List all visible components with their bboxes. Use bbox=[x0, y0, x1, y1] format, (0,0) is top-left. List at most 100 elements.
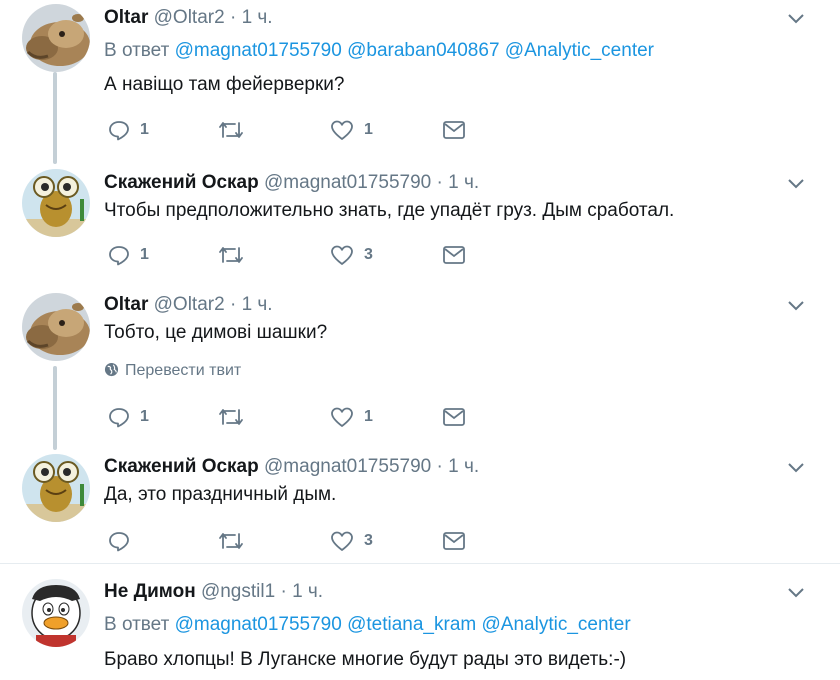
mention-link[interactable]: @tetiana_kram bbox=[347, 614, 476, 635]
avatar-camel[interactable] bbox=[22, 293, 90, 361]
like-count: 1 bbox=[364, 121, 373, 138]
retweet-icon bbox=[219, 409, 243, 425]
display-name[interactable]: Скажений Оскар bbox=[104, 456, 259, 477]
tweet-header: Скажений Оскар @magnat01755790 · 1 ч. bbox=[104, 172, 479, 194]
mention-link[interactable]: @magnat01755790 bbox=[175, 614, 342, 635]
chevron-down-icon[interactable] bbox=[786, 295, 806, 315]
direct-message-button[interactable] bbox=[442, 241, 466, 269]
retweet-icon bbox=[219, 122, 243, 138]
like-button[interactable]: 1 bbox=[330, 403, 373, 431]
lizard-avatar-image bbox=[22, 169, 90, 237]
translate-link[interactable]: Перевести твит bbox=[104, 361, 241, 381]
tweet[interactable]: Oltar @Oltar2 · 1 ч. В ответ @magnat0175… bbox=[0, 0, 840, 160]
tweet-text: Браво хлопцы! В Луганске многие будут ра… bbox=[104, 649, 627, 670]
timestamp[interactable]: 1 ч. bbox=[292, 581, 323, 602]
tweet-actions: 1 1 bbox=[104, 116, 484, 144]
retweet-button[interactable] bbox=[218, 241, 254, 269]
heart-icon bbox=[331, 531, 353, 551]
separator-dot: · bbox=[229, 7, 237, 28]
camel-avatar-image bbox=[22, 293, 90, 361]
mention-link[interactable]: @Analytic_center bbox=[505, 40, 654, 61]
globe-icon bbox=[104, 362, 119, 377]
reply-prefix: В ответ bbox=[104, 614, 170, 635]
heart-icon bbox=[331, 407, 353, 427]
tweet-text: А навіщо там фейерверки? bbox=[104, 74, 345, 95]
tweet-text: Да, это праздничный дым. bbox=[104, 484, 337, 505]
reply-context: В ответ @magnat01755790 @baraban040867 @… bbox=[104, 40, 654, 62]
like-button[interactable]: 1 bbox=[330, 116, 373, 144]
timestamp[interactable]: 1 ч. bbox=[448, 172, 479, 193]
tweet-text: Тобто, це димові шашки? bbox=[104, 322, 328, 343]
reply-button[interactable]: 1 bbox=[108, 116, 149, 144]
user-handle[interactable]: @magnat01755790 bbox=[264, 456, 431, 477]
avatar-lizard[interactable] bbox=[22, 454, 90, 522]
like-count: 1 bbox=[364, 408, 373, 425]
camel-avatar-image bbox=[22, 4, 90, 72]
display-name[interactable]: Oltar bbox=[104, 294, 148, 315]
reply-count: 1 bbox=[140, 121, 149, 138]
direct-message-button[interactable] bbox=[442, 527, 466, 555]
conversation-divider bbox=[0, 563, 840, 564]
reply-icon bbox=[109, 121, 129, 141]
chevron-down-icon[interactable] bbox=[786, 457, 806, 477]
retweet-icon bbox=[219, 533, 243, 549]
tweet[interactable]: Oltar @Oltar2 · 1 ч. Тобто, це димові ша… bbox=[0, 289, 840, 449]
retweet-button[interactable] bbox=[218, 116, 254, 144]
reply-button[interactable]: 1 bbox=[108, 403, 149, 431]
tweet[interactable]: Не Димон @ngstil1 · 1 ч. В ответ @magnat… bbox=[0, 575, 840, 680]
user-handle[interactable]: @Oltar2 bbox=[154, 294, 225, 315]
avatar-camel[interactable] bbox=[22, 4, 90, 72]
envelope-icon bbox=[443, 408, 465, 426]
lizard-avatar-image bbox=[22, 454, 90, 522]
reply-button[interactable] bbox=[108, 527, 140, 555]
timestamp[interactable]: 1 ч. bbox=[448, 456, 479, 477]
reply-prefix: В ответ bbox=[104, 40, 170, 61]
chevron-down-icon[interactable] bbox=[786, 582, 806, 602]
heart-icon bbox=[331, 245, 353, 265]
direct-message-button[interactable] bbox=[442, 116, 466, 144]
direct-message-button[interactable] bbox=[442, 403, 466, 431]
reply-icon bbox=[109, 246, 129, 266]
envelope-icon bbox=[443, 532, 465, 550]
user-handle[interactable]: @ngstil1 bbox=[201, 581, 275, 602]
separator-dot: · bbox=[229, 294, 237, 315]
user-handle[interactable]: @magnat01755790 bbox=[264, 172, 431, 193]
envelope-icon bbox=[443, 246, 465, 264]
tweet[interactable]: Скажений Оскар @magnat01755790 · 1 ч. Чт… bbox=[0, 165, 840, 285]
display-name[interactable]: Скажений Оскар bbox=[104, 172, 259, 193]
chevron-down-icon[interactable] bbox=[786, 8, 806, 28]
mention-link[interactable]: @baraban040867 bbox=[347, 40, 499, 61]
display-name[interactable]: Oltar bbox=[104, 7, 148, 28]
timestamp[interactable]: 1 ч. bbox=[242, 7, 273, 28]
display-name[interactable]: Не Димон bbox=[104, 581, 196, 602]
reply-context: В ответ @magnat01755790 @tetiana_kram @A… bbox=[104, 614, 631, 636]
separator-dot: · bbox=[436, 456, 443, 477]
retweet-icon bbox=[219, 247, 243, 263]
reply-button[interactable]: 1 bbox=[108, 241, 149, 269]
avatar-lizard[interactable] bbox=[22, 169, 90, 237]
mention-link[interactable]: @Analytic_center bbox=[482, 614, 631, 635]
translate-label: Перевести твит bbox=[125, 362, 242, 379]
tweet-actions: 1 1 bbox=[104, 403, 484, 431]
retweet-button[interactable] bbox=[218, 527, 254, 555]
user-handle[interactable]: @Oltar2 bbox=[154, 7, 225, 28]
conversation-thread: Oltar @Oltar2 · 1 ч. В ответ @magnat0175… bbox=[0, 0, 840, 680]
tweet[interactable]: Скажений Оскар @magnat01755790 · 1 ч. Да… bbox=[0, 452, 840, 562]
reply-icon bbox=[109, 408, 129, 428]
duck-avatar-image bbox=[22, 579, 90, 647]
timestamp[interactable]: 1 ч. bbox=[242, 294, 273, 315]
tweet-actions: 3 bbox=[104, 527, 484, 555]
like-button[interactable]: 3 bbox=[330, 241, 373, 269]
reply-count: 1 bbox=[140, 408, 149, 425]
chevron-down-icon[interactable] bbox=[786, 173, 806, 193]
tweet-header: Oltar @Oltar2 · 1 ч. bbox=[104, 7, 273, 29]
envelope-icon bbox=[443, 121, 465, 139]
retweet-button[interactable] bbox=[218, 403, 254, 431]
like-button[interactable]: 3 bbox=[330, 527, 373, 555]
heart-icon bbox=[331, 120, 353, 140]
mention-link[interactable]: @magnat01755790 bbox=[175, 40, 342, 61]
reply-icon bbox=[109, 532, 129, 552]
tweet-header: Скажений Оскар @magnat01755790 · 1 ч. bbox=[104, 456, 479, 478]
tweet-text: Чтобы предположительно знать, где упадёт… bbox=[104, 200, 675, 221]
avatar-duck[interactable] bbox=[22, 579, 90, 647]
